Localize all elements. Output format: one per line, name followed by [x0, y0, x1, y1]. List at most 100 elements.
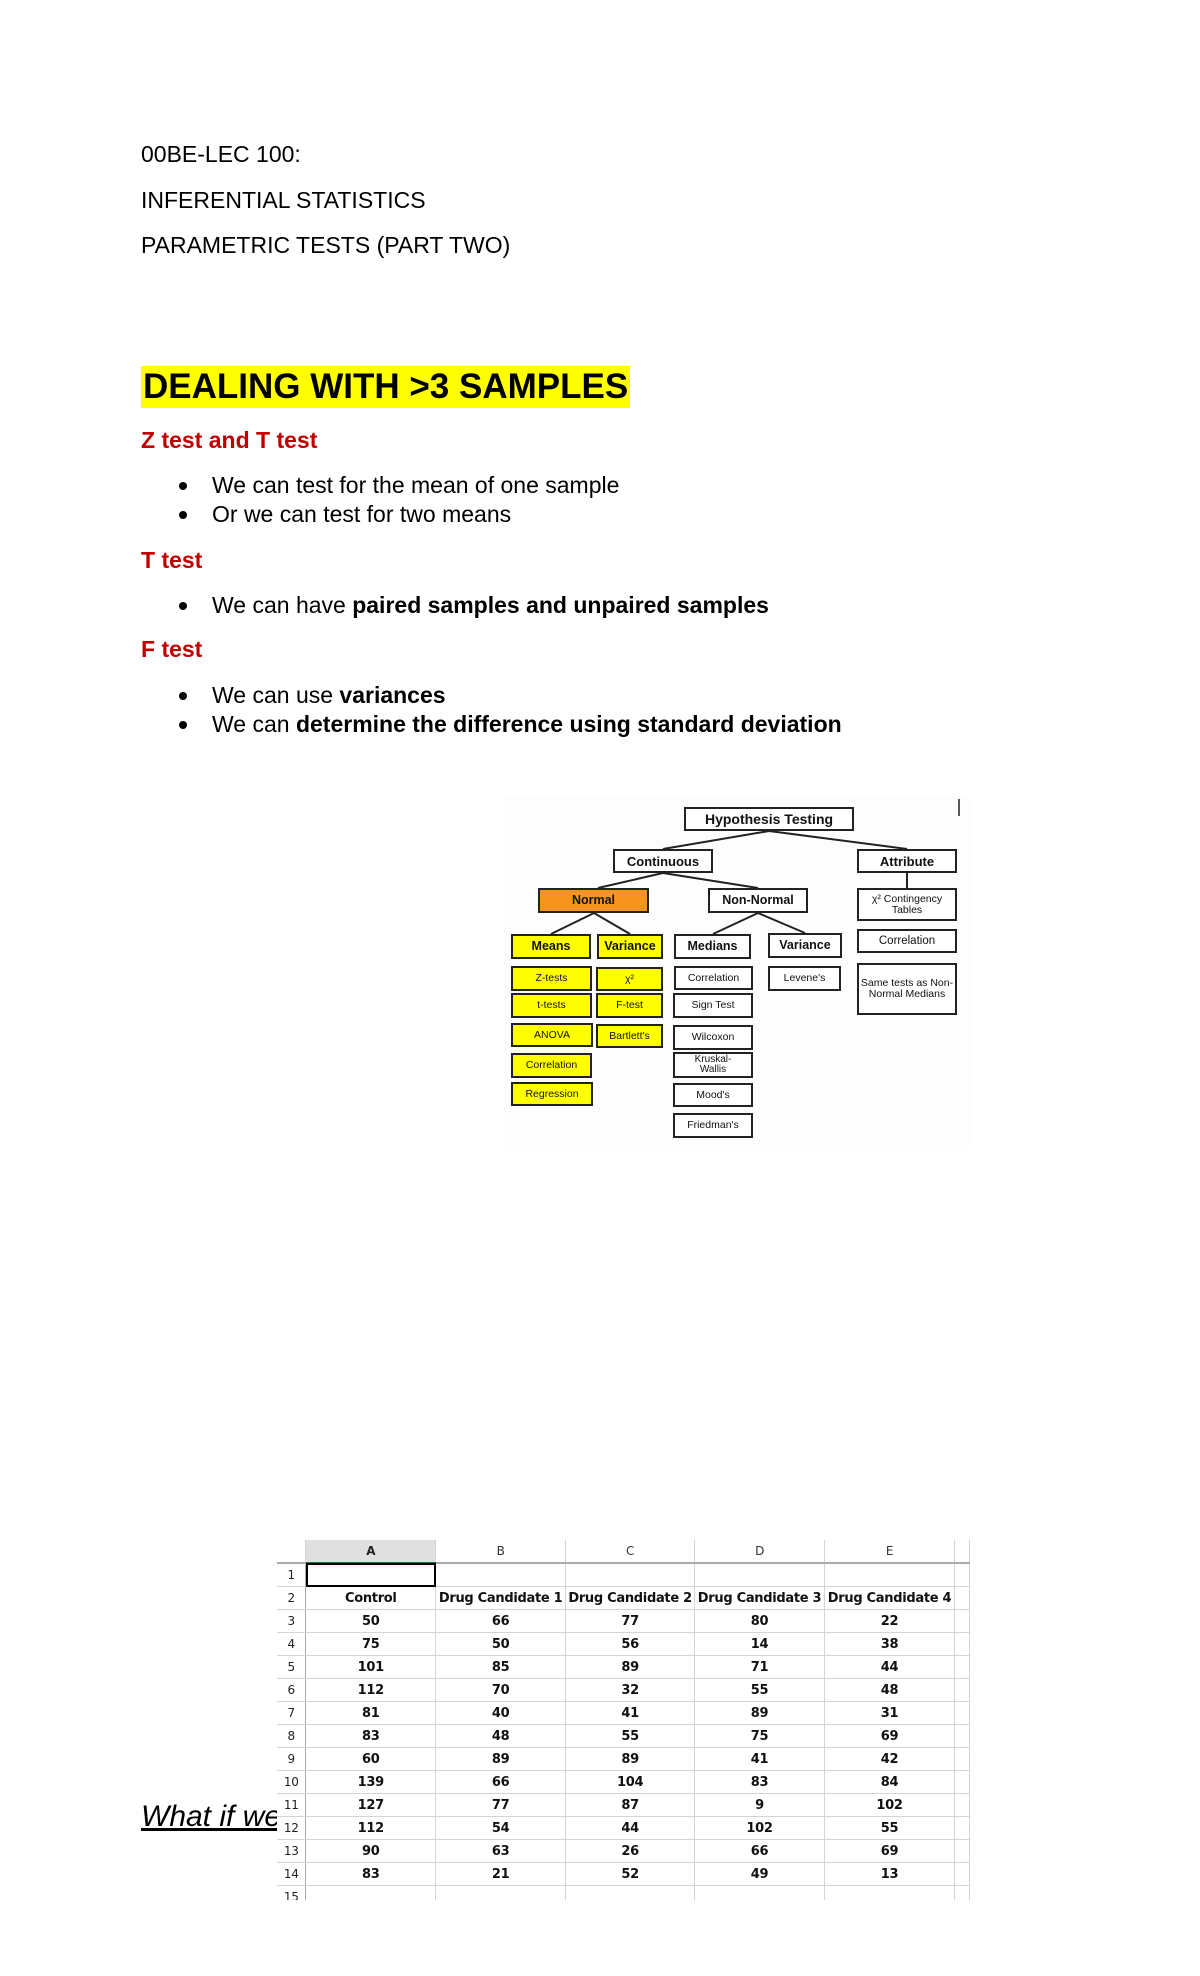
cell[interactable]: 71 [694, 1655, 826, 1679]
cell[interactable]: 66 [435, 1609, 567, 1633]
cell[interactable]: 21 [435, 1862, 567, 1886]
row-number[interactable]: 7 [277, 1701, 307, 1725]
cell[interactable]: 50 [435, 1632, 567, 1656]
cell[interactable]: 77 [435, 1793, 567, 1817]
column-header[interactable]: A [305, 1540, 437, 1564]
cell[interactable] [954, 1793, 970, 1817]
cell[interactable]: 101 [305, 1655, 437, 1679]
cell[interactable] [954, 1609, 970, 1633]
cell[interactable] [954, 1885, 970, 1900]
cell[interactable] [305, 1885, 437, 1900]
cell[interactable] [824, 1563, 955, 1587]
cell[interactable] [954, 1586, 970, 1610]
row-number[interactable]: 12 [277, 1816, 307, 1840]
cell[interactable]: 44 [824, 1655, 955, 1679]
row-number[interactable]: 13 [277, 1839, 307, 1863]
cell[interactable]: 41 [694, 1747, 826, 1771]
cell[interactable]: 80 [694, 1609, 826, 1633]
cell[interactable] [565, 1563, 696, 1587]
cell[interactable]: 104 [565, 1770, 696, 1794]
cell[interactable]: 26 [565, 1839, 696, 1863]
cell[interactable]: 127 [305, 1793, 437, 1817]
cell[interactable]: Drug Candidate 4 [824, 1586, 955, 1610]
cell[interactable]: 48 [824, 1678, 955, 1702]
cell[interactable] [954, 1563, 970, 1587]
cell[interactable] [954, 1839, 970, 1863]
cell[interactable]: 63 [435, 1839, 567, 1863]
cell[interactable]: 89 [435, 1747, 567, 1771]
cell[interactable]: 139 [305, 1770, 437, 1794]
cell[interactable] [694, 1563, 826, 1587]
cell[interactable] [954, 1632, 970, 1656]
cell[interactable]: 44 [565, 1816, 696, 1840]
cell[interactable]: 84 [824, 1770, 955, 1794]
cell[interactable]: Drug Candidate 3 [694, 1586, 826, 1610]
cell[interactable] [435, 1885, 567, 1900]
cell[interactable]: Drug Candidate 2 [565, 1586, 696, 1610]
cell[interactable] [954, 1701, 970, 1725]
cell[interactable] [954, 1655, 970, 1679]
cell[interactable]: 56 [565, 1632, 696, 1656]
cell[interactable]: 55 [565, 1724, 696, 1748]
cell[interactable]: 89 [694, 1701, 826, 1725]
cell[interactable]: 75 [694, 1724, 826, 1748]
cell[interactable]: 102 [694, 1816, 826, 1840]
row-number[interactable]: 1 [277, 1563, 307, 1587]
row-number[interactable]: 2 [277, 1586, 307, 1610]
cell[interactable] [824, 1885, 955, 1900]
cell[interactable]: 83 [305, 1724, 437, 1748]
cell[interactable]: 69 [824, 1839, 955, 1863]
column-header[interactable] [954, 1540, 970, 1564]
cell[interactable]: 42 [824, 1747, 955, 1771]
cell[interactable]: 50 [305, 1609, 437, 1633]
cell[interactable] [954, 1770, 970, 1794]
cell[interactable] [435, 1563, 567, 1587]
row-number[interactable]: 8 [277, 1724, 307, 1748]
row-number[interactable]: 10 [277, 1770, 307, 1794]
cell[interactable]: 13 [824, 1862, 955, 1886]
cell[interactable]: 85 [435, 1655, 567, 1679]
cell[interactable]: Control [305, 1586, 437, 1610]
cell[interactable]: 54 [435, 1816, 567, 1840]
cell[interactable]: 66 [435, 1770, 567, 1794]
row-number[interactable]: 5 [277, 1655, 307, 1679]
select-all-corner[interactable] [277, 1540, 307, 1564]
cell[interactable] [305, 1563, 437, 1587]
cell[interactable] [565, 1885, 696, 1900]
cell[interactable]: 81 [305, 1701, 437, 1725]
column-header[interactable]: E [824, 1540, 955, 1564]
row-number[interactable]: 11 [277, 1793, 307, 1817]
cell[interactable]: 77 [565, 1609, 696, 1633]
row-number[interactable]: 6 [277, 1678, 307, 1702]
cell[interactable] [954, 1862, 970, 1886]
cell[interactable]: 83 [694, 1770, 826, 1794]
cell[interactable]: 66 [694, 1839, 826, 1863]
cell[interactable] [694, 1885, 826, 1900]
cell[interactable]: 102 [824, 1793, 955, 1817]
cell[interactable] [954, 1747, 970, 1771]
cell[interactable]: 38 [824, 1632, 955, 1656]
cell[interactable]: 14 [694, 1632, 826, 1656]
cell[interactable]: 70 [435, 1678, 567, 1702]
row-number[interactable]: 3 [277, 1609, 307, 1633]
cell[interactable]: 9 [694, 1793, 826, 1817]
cell[interactable]: 89 [565, 1747, 696, 1771]
cell[interactable]: 112 [305, 1678, 437, 1702]
column-header[interactable]: C [565, 1540, 696, 1564]
cell[interactable]: Drug Candidate 1 [435, 1586, 567, 1610]
cell[interactable]: 48 [435, 1724, 567, 1748]
cell[interactable]: 40 [435, 1701, 567, 1725]
cell[interactable]: 31 [824, 1701, 955, 1725]
cell[interactable]: 55 [694, 1678, 826, 1702]
row-number[interactable]: 4 [277, 1632, 307, 1656]
row-number[interactable]: 15 [277, 1885, 307, 1900]
column-header[interactable]: D [694, 1540, 826, 1564]
row-number[interactable]: 9 [277, 1747, 307, 1771]
cell[interactable] [954, 1724, 970, 1748]
row-number[interactable]: 14 [277, 1862, 307, 1886]
cell[interactable]: 32 [565, 1678, 696, 1702]
cell[interactable]: 52 [565, 1862, 696, 1886]
cell[interactable]: 41 [565, 1701, 696, 1725]
cell[interactable]: 87 [565, 1793, 696, 1817]
cell[interactable]: 49 [694, 1862, 826, 1886]
